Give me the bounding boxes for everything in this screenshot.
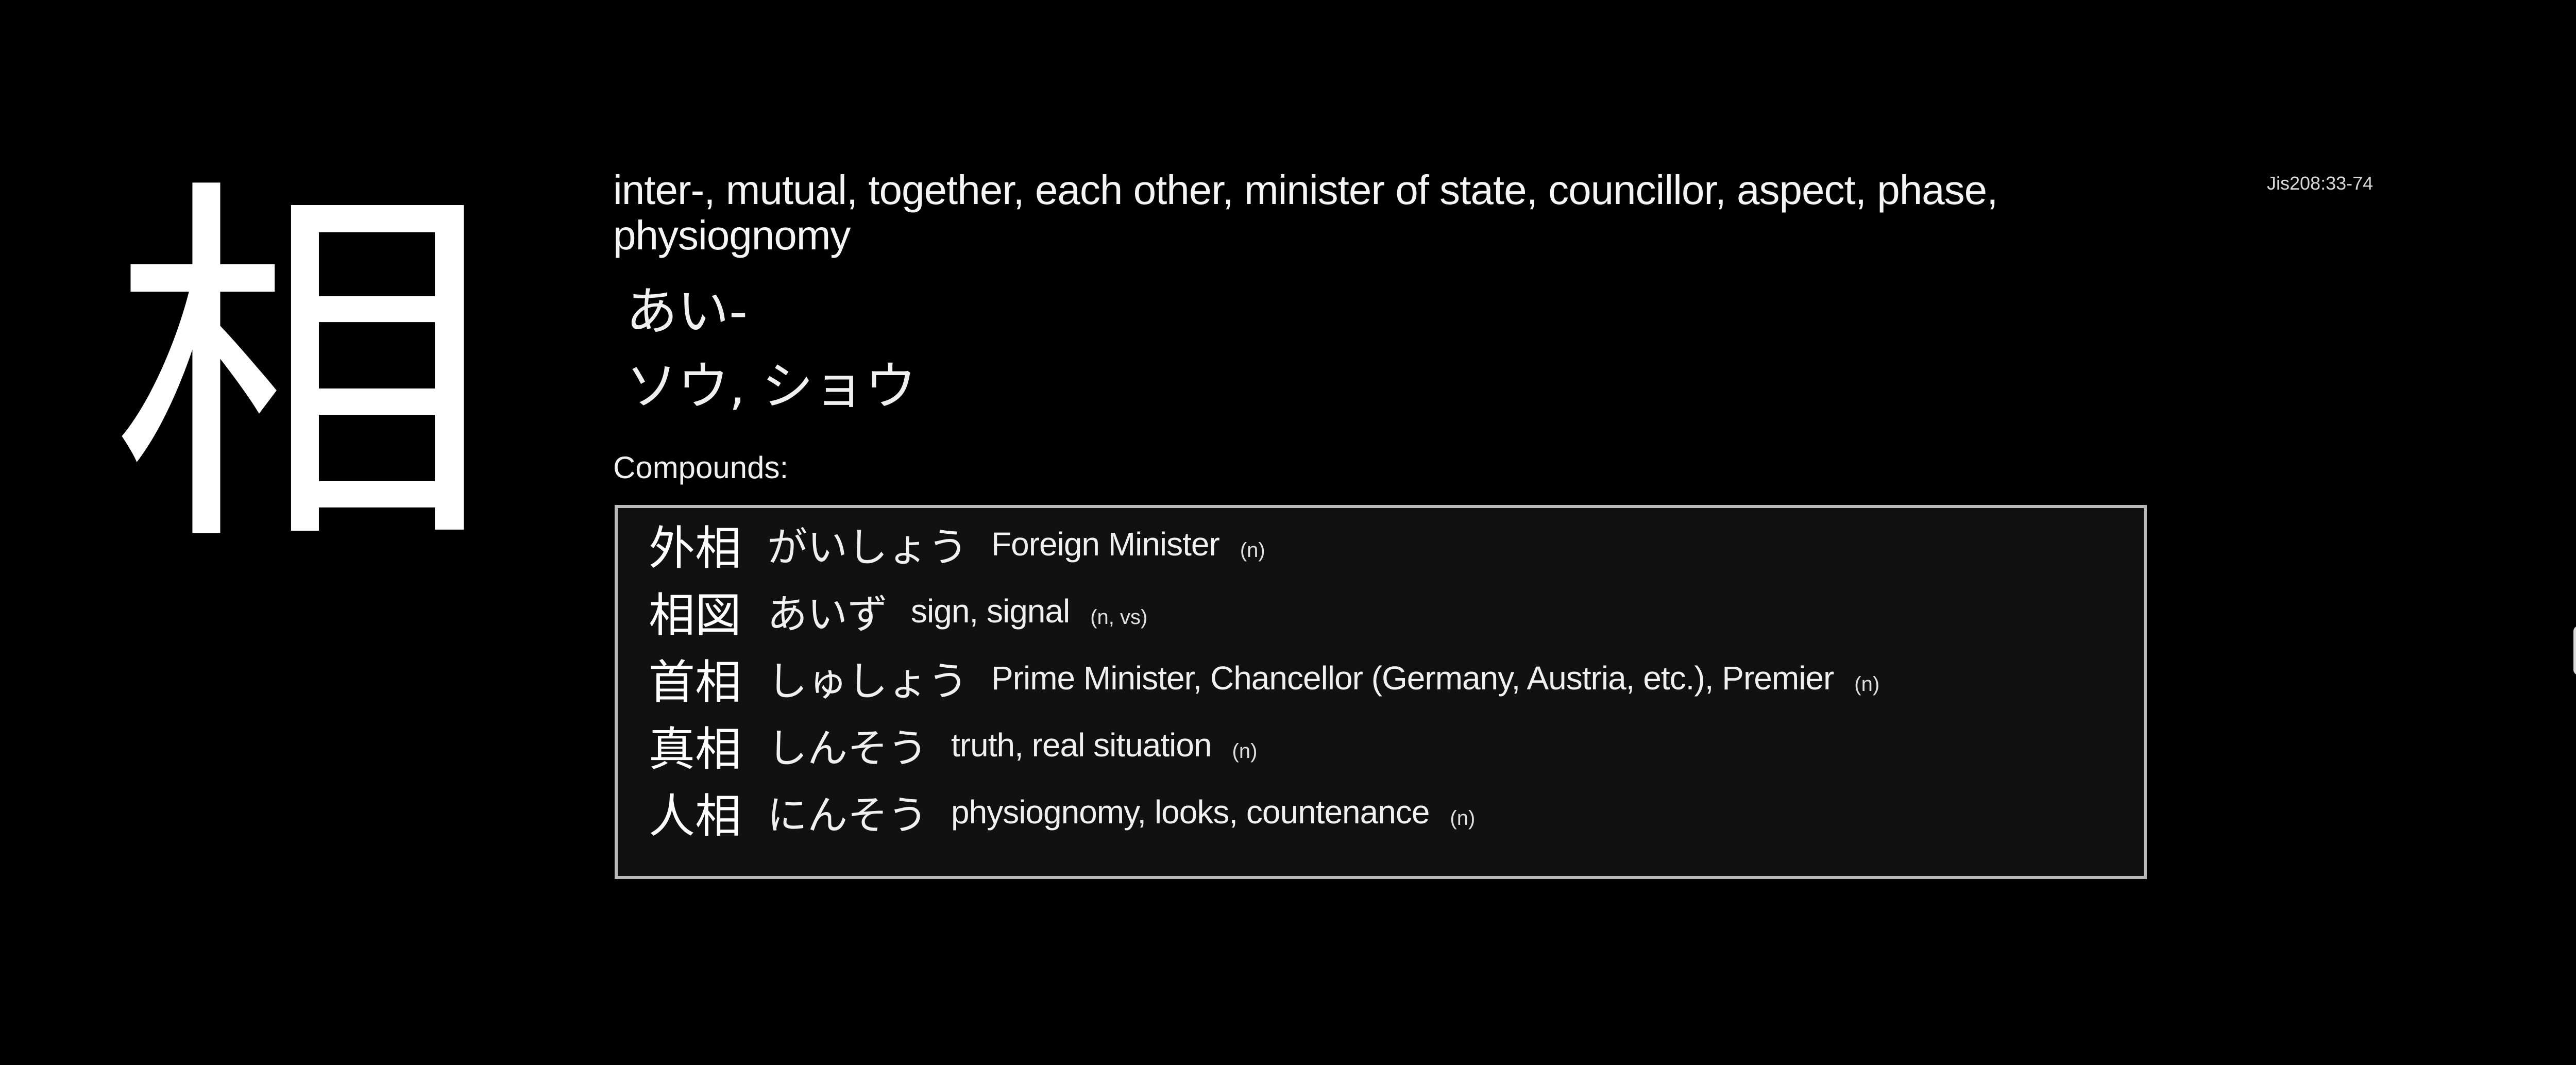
- compound-definition: physiognomy, looks, countenance: [951, 793, 1430, 831]
- compound-definition: sign, signal: [911, 593, 1070, 630]
- on-reading: ソウ, ショウ: [626, 356, 917, 416]
- compound-item: 相図 あいず sign, signal (n, vs): [649, 580, 1148, 643]
- jis-code: Jis208:33-74: [2267, 173, 2374, 194]
- compound-part-of-speech: (n, vs): [1090, 605, 1148, 629]
- compound-definition: Foreign Minister: [991, 526, 1220, 563]
- compound-word: 首相: [649, 655, 741, 709]
- compound-part-of-speech: (n): [1240, 538, 1265, 562]
- compound-definition: Prime Minister, Chancellor (Germany, Aus…: [991, 660, 1834, 697]
- kanji-meanings: inter-, mutual, together, each other, mi…: [613, 167, 1998, 258]
- compound-word: 人相: [649, 789, 741, 843]
- compound-reading: にんそう: [767, 792, 928, 839]
- main-kanji: 相: [111, 149, 492, 593]
- compound-reading: しゅしょう: [767, 658, 969, 705]
- compound-item: 真相 しんそう truth, real situation (n): [649, 714, 1257, 776]
- compound-definition: truth, real situation: [951, 726, 1212, 764]
- compound-reading: がいしょう: [767, 525, 969, 571]
- compound-word: 相図: [649, 588, 741, 643]
- scroll-handle[interactable]: [2573, 626, 2576, 675]
- compounds-label: Compounds:: [613, 450, 789, 485]
- compound-part-of-speech: (n): [1854, 672, 1880, 696]
- compound-item: 人相 にんそう physiognomy, looks, countenance …: [649, 781, 1475, 843]
- compound-reading: しんそう: [767, 725, 928, 772]
- compound-item: 首相 しゅしょう Prime Minister, Chancellor (Ger…: [649, 647, 1879, 709]
- compound-part-of-speech: (n): [1232, 739, 1258, 763]
- compound-word: 真相: [649, 722, 741, 776]
- kun-reading: あい-: [626, 281, 748, 342]
- compounds-list: 外相 がいしょう Foreign Minister (n) 相図 あいず sig…: [615, 505, 2147, 879]
- compound-item: 外相 がいしょう Foreign Minister (n): [649, 513, 1265, 576]
- compound-word: 外相: [649, 521, 741, 576]
- compound-reading: あいず: [767, 591, 888, 638]
- compound-part-of-speech: (n): [1450, 806, 1476, 830]
